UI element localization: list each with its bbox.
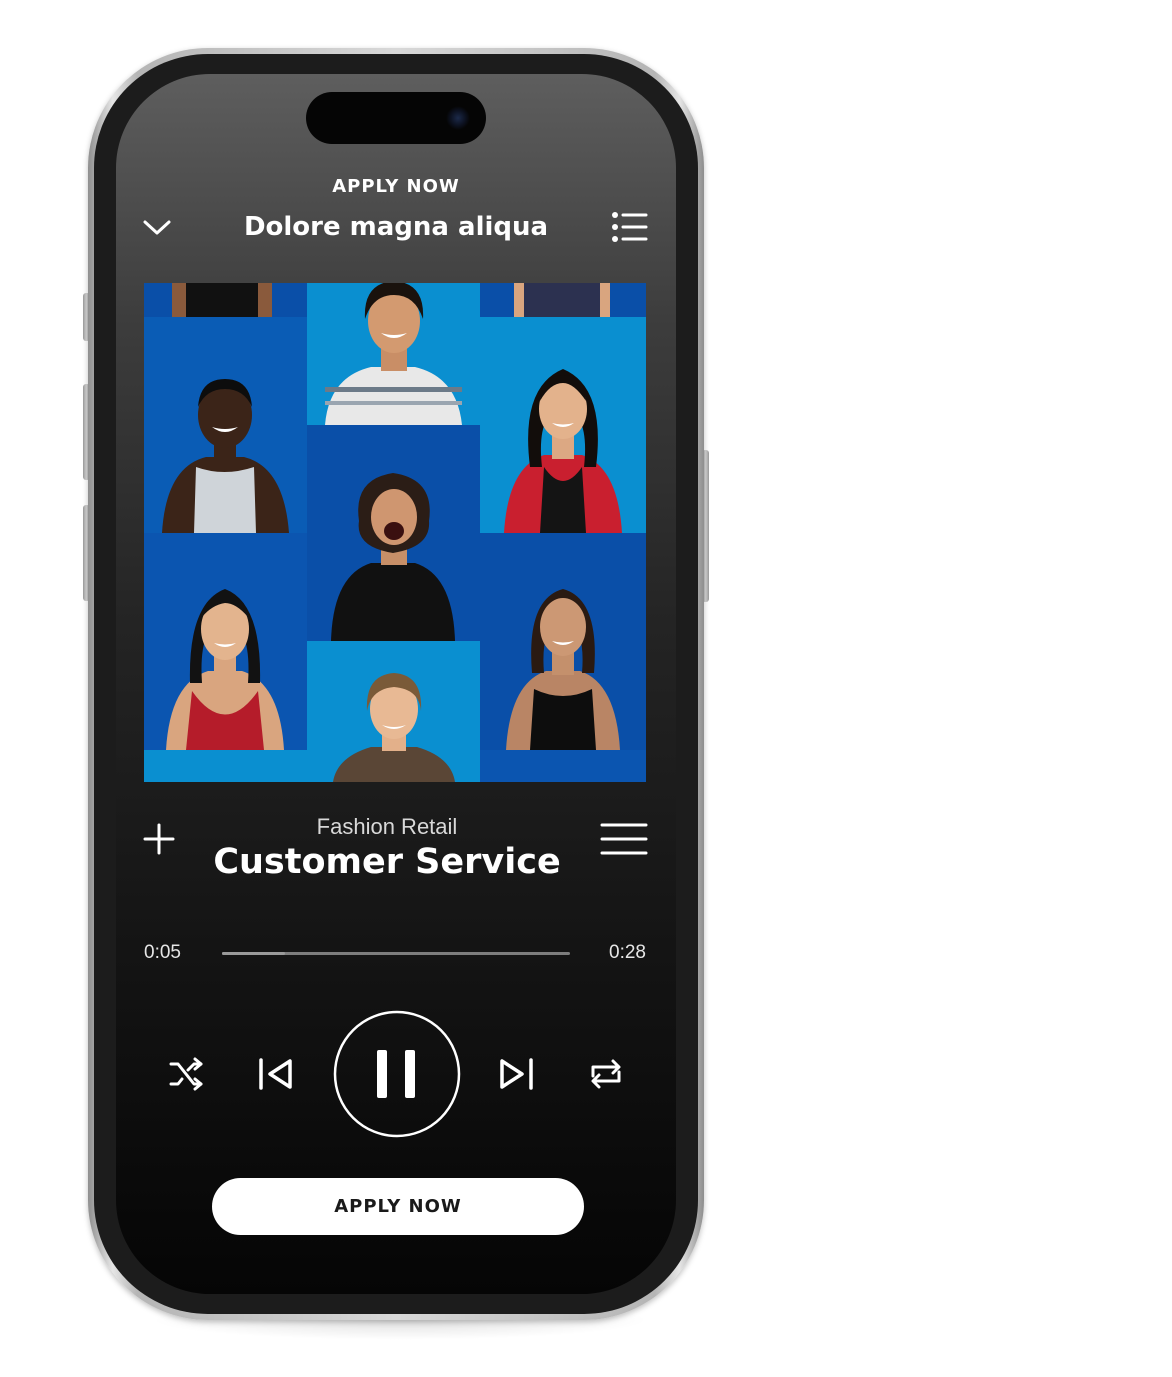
artwork-tile	[480, 750, 646, 782]
pause-button[interactable]	[333, 1010, 461, 1138]
elapsed-time: 0:05	[144, 942, 181, 963]
track-title: Customer Service	[213, 842, 561, 882]
dynamic-island	[306, 92, 486, 144]
skip-next-icon[interactable]	[496, 1056, 536, 1092]
apply-now-button[interactable]: APPLY NOW	[212, 1178, 584, 1235]
playlist-title: Dolore magna aliqua	[243, 212, 549, 242]
artwork-tile	[144, 533, 307, 750]
artwork-tile	[480, 533, 646, 750]
artwork-tile	[144, 283, 307, 317]
chevron-down-icon[interactable]	[142, 216, 172, 240]
hamburger-menu-icon[interactable]	[600, 822, 648, 856]
repeat-icon[interactable]	[588, 1056, 624, 1092]
artwork-tile	[307, 283, 480, 425]
queue-list-icon[interactable]	[610, 210, 648, 244]
artwork-tile	[307, 641, 480, 782]
header-caption: APPLY NOW	[332, 176, 460, 197]
artwork-tile	[480, 283, 646, 317]
artwork-tile	[144, 750, 307, 782]
shuffle-icon[interactable]	[168, 1056, 204, 1092]
progress-fill	[222, 952, 285, 955]
plus-icon[interactable]	[142, 822, 176, 856]
artwork-tile	[307, 425, 480, 641]
stage: APPLY NOW Dolore magna aliqua Fashion Re…	[0, 0, 1172, 1377]
total-time: 0:28	[609, 942, 646, 963]
skip-previous-icon[interactable]	[256, 1056, 296, 1092]
phone-screen: APPLY NOW Dolore magna aliqua Fashion Re…	[116, 74, 676, 1294]
pause-icon	[377, 1050, 415, 1098]
front-camera	[446, 106, 470, 130]
artwork-tile	[480, 317, 646, 533]
track-subtitle: Fashion Retail	[316, 814, 458, 839]
album-artwork	[144, 283, 646, 782]
artwork-tile	[144, 317, 307, 533]
progress-bar[interactable]	[222, 952, 570, 955]
